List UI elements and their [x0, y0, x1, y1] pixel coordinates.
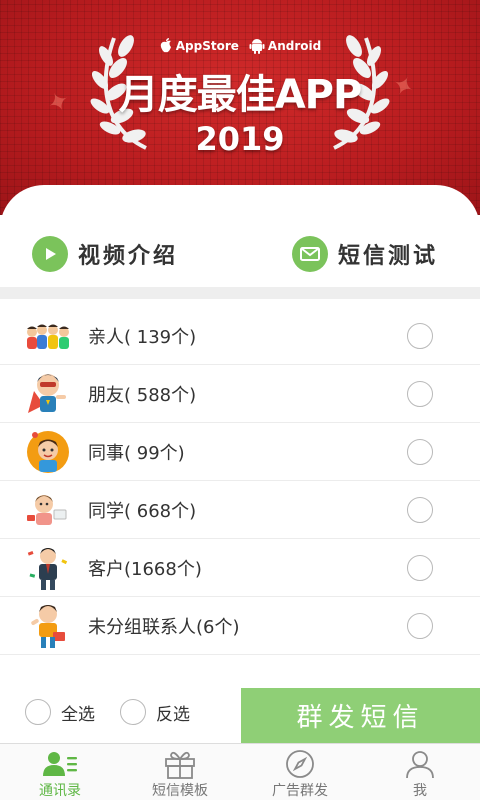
client-illustration-icon	[22, 542, 74, 594]
decoration-glyph-left: ✦	[42, 84, 76, 122]
group-row-classmates[interactable]: 同学( 668个)	[0, 481, 480, 539]
invert-selection-label: 反选	[156, 704, 190, 725]
group-label: 朋友( 588个)	[88, 384, 197, 406]
group-label: 未分组联系人(6个)	[88, 616, 240, 638]
tab-me[interactable]: 我	[360, 744, 480, 800]
group-label: 同学( 668个)	[88, 500, 197, 522]
tab-label: 我	[413, 783, 427, 799]
family-illustration-icon	[22, 310, 74, 362]
contacts-icon	[42, 749, 78, 779]
video-intro-button[interactable]: 视频介绍	[32, 235, 178, 273]
group-row-clients[interactable]: 客户(1668个)	[0, 539, 480, 597]
group-select-radio[interactable]	[407, 555, 433, 581]
colleague-illustration-icon	[22, 426, 74, 478]
gift-icon	[162, 749, 198, 779]
bottom-tab-bar: 通讯录 短信模板 广告群发 我	[0, 743, 480, 800]
app-screen: ✦ ✦ AppStore Android 月度最佳APP 2019 视频介绍 短…	[0, 0, 480, 800]
group-row-ungrouped[interactable]: 未分组联系人(6个)	[0, 597, 480, 655]
select-all-label: 全选	[61, 704, 95, 725]
group-list: 亲人( 139个) 朋友( 588个) 同事(99个) 同学(668个) 客…	[0, 307, 480, 655]
group-select-radio[interactable]	[407, 613, 433, 639]
android-label: Android	[267, 39, 322, 53]
group-select-radio[interactable]	[407, 439, 433, 465]
group-select-radio[interactable]	[407, 497, 433, 523]
group-label: 亲人( 139个)	[88, 326, 197, 348]
ungrouped-illustration-icon	[22, 600, 74, 652]
sms-test-button[interactable]: 短信测试	[292, 235, 438, 273]
friend-superhero-illustration-icon	[22, 368, 74, 420]
group-label: 客户(1668个)	[88, 558, 202, 580]
award-banner: ✦ ✦ AppStore Android 月度最佳APP 2019	[0, 0, 480, 215]
group-row-family[interactable]: 亲人( 139个)	[0, 307, 480, 365]
tab-label: 通讯录	[39, 783, 81, 799]
sms-test-label: 短信测试	[338, 243, 439, 269]
android-badge: Android	[249, 38, 321, 54]
select-all-option[interactable]: 全选	[25, 698, 95, 726]
invert-selection-radio[interactable]	[120, 699, 146, 725]
section-divider	[0, 287, 480, 299]
bulk-sms-label: 群发短信	[296, 703, 425, 733]
bulk-sms-button[interactable]: 群发短信	[241, 688, 480, 743]
appstore-label: AppStore	[175, 39, 239, 53]
group-label: 同事( 99个)	[88, 442, 185, 464]
apple-icon	[160, 38, 171, 53]
tab-label: 广告群发	[272, 783, 328, 799]
play-icon	[32, 236, 68, 272]
store-badges: AppStore Android	[150, 36, 330, 56]
tab-sms-templates[interactable]: 短信模板	[120, 744, 240, 800]
award-title: 月度最佳APP	[118, 72, 363, 118]
tab-ad-broadcast[interactable]: 广告群发	[240, 744, 360, 800]
tab-label: 短信模板	[152, 783, 208, 799]
invert-selection-option[interactable]: 反选	[120, 698, 190, 726]
group-row-colleagues[interactable]: 同事( 99个)	[0, 423, 480, 481]
group-select-radio[interactable]	[407, 323, 433, 349]
group-row-friends[interactable]: 朋友( 588个)	[0, 365, 480, 423]
android-icon	[249, 39, 265, 54]
select-all-radio[interactable]	[25, 699, 51, 725]
video-intro-label: 视频介绍	[78, 243, 179, 269]
compass-icon	[282, 749, 318, 779]
group-select-radio[interactable]	[407, 381, 433, 407]
award-year: 2019	[195, 120, 285, 158]
appstore-badge: AppStore	[159, 38, 239, 54]
tab-contacts[interactable]: 通讯录	[0, 744, 120, 800]
envelope-icon	[292, 236, 328, 272]
classmate-illustration-icon	[22, 484, 74, 536]
user-icon	[402, 749, 438, 779]
